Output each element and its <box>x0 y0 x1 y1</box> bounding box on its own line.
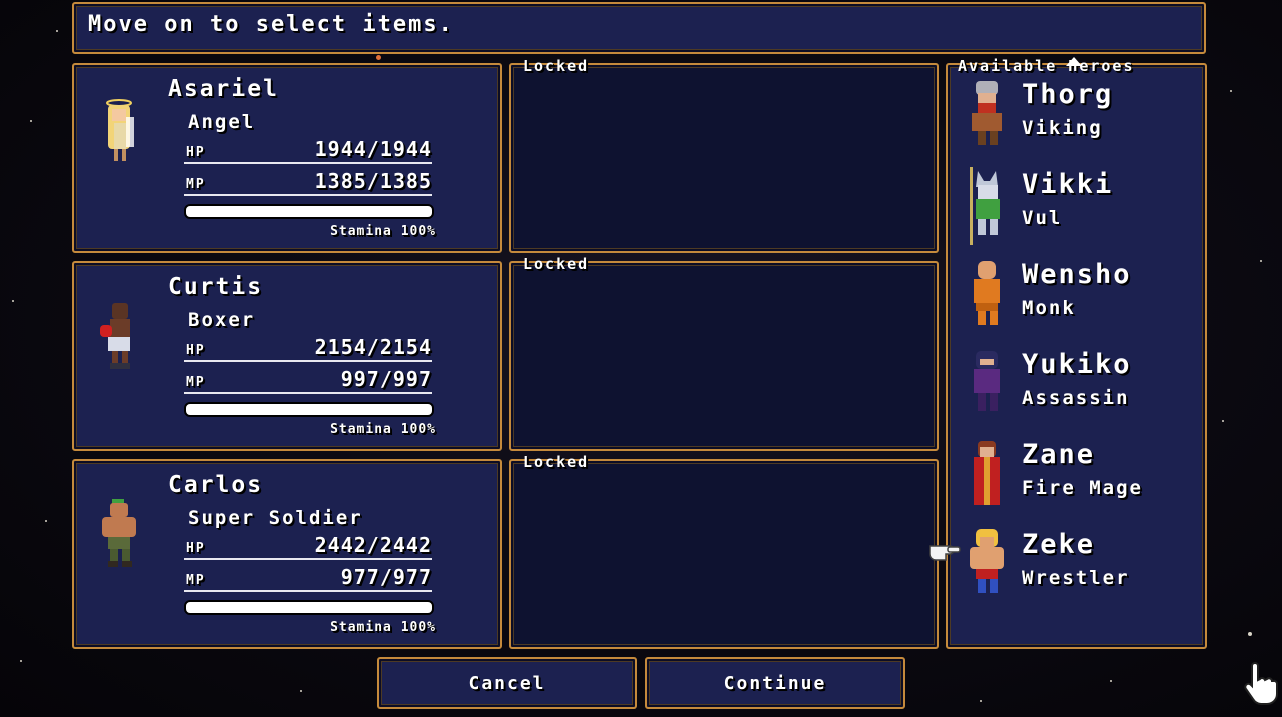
stamina-text: Stamina 100% <box>330 422 436 437</box>
star <box>20 660 22 662</box>
hp-row: HP 2154/2154 <box>184 334 432 362</box>
available-hero-item[interactable]: Zane Fire Mage <box>948 437 1204 523</box>
star <box>300 690 302 692</box>
party-class: Boxer <box>188 309 256 331</box>
available-hero-class: Viking <box>1022 117 1103 139</box>
available-hero-item[interactable]: Vikki Vul <box>948 167 1204 253</box>
party-class: Angel <box>188 111 256 133</box>
available-hero-item[interactable]: Yukiko Assassin <box>948 347 1204 433</box>
star <box>1248 632 1252 636</box>
hp-label: HP <box>186 541 206 556</box>
continue-button[interactable]: Continue <box>645 657 905 709</box>
angel-sprite-icon <box>106 99 134 161</box>
available-hero-name: Wensho <box>1022 259 1132 290</box>
available-hero-name: Thorg <box>1022 79 1114 110</box>
available-hero-name: Zane <box>1022 439 1096 470</box>
locked-slot: Locked <box>509 453 939 649</box>
party-class: Super Soldier <box>188 507 363 529</box>
continue-button-label: Continue <box>723 673 827 694</box>
scroll-up-icon[interactable] <box>1066 57 1082 66</box>
party-member-card[interactable]: Curtis Boxer HP 2154/2154 MP 997/997 Sta… <box>72 261 502 451</box>
party-member-card[interactable]: Carlos Super Soldier HP 2442/2442 MP 977… <box>72 459 502 649</box>
wrestler-sprite-icon <box>970 529 1004 593</box>
game-screen: Move on to select items. Asariel Angel H… <box>0 0 1282 717</box>
mp-label: MP <box>186 375 206 390</box>
hp-value: 2442/2442 <box>314 533 432 557</box>
hp-value: 2154/2154 <box>314 335 432 359</box>
star <box>980 700 982 702</box>
mp-row: MP 1385/1385 <box>184 168 432 196</box>
hp-value: 1944/1944 <box>314 137 432 161</box>
star <box>1110 680 1112 682</box>
star <box>45 520 47 522</box>
available-hero-class: Wrestler <box>1022 567 1130 589</box>
mp-label: MP <box>186 573 206 588</box>
hand-cursor-icon <box>1244 662 1278 705</box>
party-name: Curtis <box>168 274 264 300</box>
star <box>1260 260 1262 262</box>
vul-sprite-icon <box>970 167 1000 245</box>
viking-sprite-icon <box>972 81 1002 145</box>
cancel-button-label: Cancel <box>468 673 546 694</box>
star <box>12 300 14 302</box>
locked-label: Locked <box>523 453 590 471</box>
assassin-sprite-icon <box>974 351 1000 411</box>
locked-slot: Locked <box>509 57 939 253</box>
available-hero-item[interactable]: Zeke Wrestler <box>948 527 1204 613</box>
selection-pointer-icon <box>929 545 961 561</box>
party-name: Carlos <box>168 472 264 498</box>
mp-value: 997/997 <box>340 367 432 391</box>
available-hero-item[interactable]: Wensho Monk <box>948 257 1204 343</box>
stamina-bar <box>184 600 434 615</box>
locked-slot: Locked <box>509 255 939 451</box>
locked-label: Locked <box>523 57 590 75</box>
hp-row: HP 2442/2442 <box>184 532 432 560</box>
monk-sprite-icon <box>974 261 1000 325</box>
cancel-button[interactable]: Cancel <box>377 657 637 709</box>
available-heroes-panel: Available Heroes Thorg Viking Vikki Vul … <box>946 57 1207 649</box>
available-hero-class: Vul <box>1022 207 1063 229</box>
fire-mage-sprite-icon <box>974 441 1000 505</box>
mp-value: 1385/1385 <box>314 169 432 193</box>
stamina-bar <box>184 204 434 219</box>
message-panel: Move on to select items. <box>72 2 1206 54</box>
hp-label: HP <box>186 145 206 160</box>
soldier-sprite-icon <box>102 499 136 567</box>
available-hero-name: Zeke <box>1022 529 1096 560</box>
mp-label: MP <box>186 177 206 192</box>
star <box>56 30 58 32</box>
available-hero-name: Yukiko <box>1022 349 1132 380</box>
boxer-sprite-icon <box>100 303 130 369</box>
hp-row: HP 1944/1944 <box>184 136 432 164</box>
available-hero-class: Fire Mage <box>1022 477 1143 499</box>
party-name: Asariel <box>168 76 279 102</box>
star <box>1230 90 1232 92</box>
mp-row: MP 977/977 <box>184 564 432 592</box>
available-heroes-title: Available Heroes <box>958 57 1135 75</box>
hp-label: HP <box>186 343 206 358</box>
mp-row: MP 997/997 <box>184 366 432 394</box>
star <box>1222 420 1224 422</box>
stamina-bar <box>184 402 434 417</box>
available-hero-name: Vikki <box>1022 169 1114 200</box>
message-text: Move on to select items. <box>88 12 454 37</box>
locked-label: Locked <box>523 255 590 273</box>
stamina-text: Stamina 100% <box>330 620 436 635</box>
mp-value: 977/977 <box>340 565 432 589</box>
stamina-text: Stamina 100% <box>330 224 436 239</box>
star <box>30 120 32 122</box>
available-hero-item[interactable]: Thorg Viking <box>948 77 1204 163</box>
available-hero-class: Monk <box>1022 297 1076 319</box>
party-member-card[interactable]: Asariel Angel HP 1944/1944 MP 1385/1385 … <box>72 63 502 253</box>
star <box>376 55 381 60</box>
available-hero-class: Assassin <box>1022 387 1130 409</box>
